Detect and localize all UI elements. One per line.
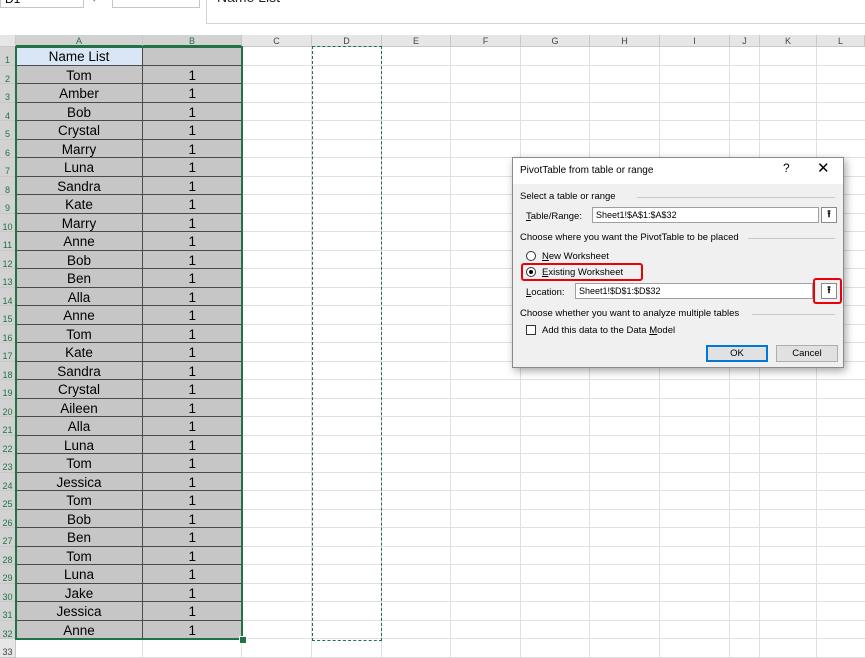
column-header[interactable]: H [590, 35, 660, 47]
row-header[interactable]: 5 [0, 121, 16, 140]
selection-border [15, 46, 243, 640]
row-header[interactable]: 9 [0, 195, 16, 214]
formula-input[interactable]: Name List [206, 0, 865, 24]
row-header[interactable]: 6 [0, 139, 16, 158]
close-icon[interactable]: ✕ [817, 159, 830, 177]
row-header[interactable]: 26 [0, 509, 16, 528]
select-all-corner[interactable] [0, 35, 16, 47]
cancel-button[interactable]: Cancel [776, 345, 838, 362]
row-header[interactable]: 13 [0, 269, 16, 288]
row-header[interactable]: 15 [0, 306, 16, 325]
column-header[interactable]: E [382, 35, 451, 47]
column-header[interactable]: K [760, 35, 817, 47]
row-header[interactable]: 3 [0, 84, 16, 103]
row-header[interactable]: 11 [0, 232, 16, 251]
chevron-down-icon[interactable]: ▾ [92, 0, 97, 5]
column-header[interactable]: L [817, 35, 865, 47]
row-header[interactable]: 4 [0, 102, 16, 121]
column-header[interactable]: I [660, 35, 730, 47]
dialog-titlebar: PivotTable from table or range ? ✕ [513, 158, 843, 184]
formula-bar: D1 ▾ Name List [0, 0, 865, 30]
row-header[interactable]: 21 [0, 417, 16, 436]
new-worksheet-radio[interactable] [526, 251, 536, 261]
row-header[interactable]: 23 [0, 454, 16, 473]
data-model-label[interactable]: Add this data to the Data Model [542, 325, 675, 336]
row-header[interactable]: 22 [0, 435, 16, 454]
column-header[interactable]: F [451, 35, 521, 47]
location-label: Location: [526, 287, 565, 298]
row-header[interactable]: 17 [0, 343, 16, 362]
row-header[interactable]: 12 [0, 250, 16, 269]
row-header[interactable]: 19 [0, 380, 16, 399]
dialog-title: PivotTable from table or range [520, 165, 654, 176]
pivottable-dialog: PivotTable from table or range ? ✕ Selec… [512, 157, 844, 368]
table-range-label: Table/Range: [526, 211, 582, 222]
row-header[interactable]: 33 [0, 639, 16, 658]
row-header[interactable]: 2 [0, 65, 16, 84]
row-header[interactable]: 30 [0, 583, 16, 602]
new-worksheet-label[interactable]: New Worksheet [542, 251, 609, 262]
table-range-input[interactable]: Sheet1!$A$1:$A$32 [592, 207, 819, 223]
row-header[interactable]: 7 [0, 158, 16, 177]
ok-button[interactable]: OK [706, 345, 768, 362]
row-header[interactable]: 25 [0, 491, 16, 510]
column-header[interactable]: G [521, 35, 590, 47]
row-header[interactable]: 31 [0, 602, 16, 621]
row-header[interactable]: 27 [0, 528, 16, 547]
row-header[interactable]: 20 [0, 398, 16, 417]
row-header[interactable]: 28 [0, 546, 16, 565]
column-header[interactable]: J [730, 35, 760, 47]
divider [752, 314, 835, 315]
collapse-arrow-icon: ⭱ [827, 209, 831, 220]
row-header[interactable]: 18 [0, 361, 16, 380]
location-input[interactable]: Sheet1!$D$1:$D$32 [575, 283, 813, 299]
column-header[interactable]: C [242, 35, 312, 47]
divider [748, 238, 835, 239]
location-marquee [312, 46, 382, 641]
row-header[interactable]: 14 [0, 287, 16, 306]
table-range-collapse-button[interactable]: ⭱ [821, 207, 837, 223]
formula-buttons [112, 0, 200, 8]
help-icon[interactable]: ? [783, 161, 790, 175]
row-header[interactable]: 24 [0, 472, 16, 491]
row-header[interactable]: 8 [0, 176, 16, 195]
section-placement: Choose where you want the PivotTable to … [520, 232, 739, 243]
row-header[interactable]: 1 [0, 47, 16, 66]
section-select-range: Select a table or range [520, 191, 616, 202]
fill-handle[interactable] [239, 636, 247, 644]
name-box[interactable]: D1 [0, 0, 84, 8]
row-header[interactable]: 29 [0, 565, 16, 584]
highlight-existing-worksheet [521, 263, 643, 281]
row-header[interactable]: 10 [0, 213, 16, 232]
highlight-location-collapse [813, 278, 842, 304]
row-header[interactable]: 16 [0, 324, 16, 343]
section-multiple-tables: Choose whether you want to analyze multi… [520, 308, 740, 319]
data-model-checkbox[interactable] [526, 325, 536, 335]
divider [637, 197, 835, 198]
row-header[interactable]: 32 [0, 620, 16, 639]
